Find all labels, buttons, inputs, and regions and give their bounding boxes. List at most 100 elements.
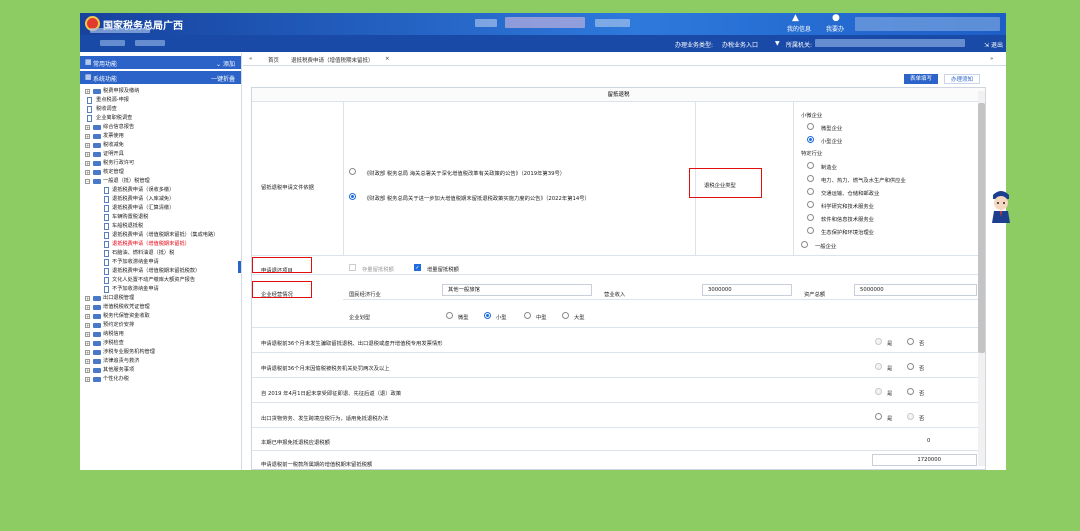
q1-yes-radio[interactable]: [875, 338, 882, 345]
basis-2019-radio[interactable]: [349, 168, 356, 175]
industry-field[interactable]: 其他一般旅馆: [442, 284, 592, 296]
exit-button[interactable]: ⇲ 退出: [984, 40, 1003, 49]
sidebar-item[interactable]: + 税费申报及缴纳: [80, 87, 241, 96]
tab-form[interactable]: 表单填写: [904, 74, 939, 84]
scale-radio-large[interactable]: [562, 312, 569, 319]
expand-icon[interactable]: +: [85, 161, 90, 166]
sidebar-item[interactable]: + 预约定价安排: [80, 321, 241, 330]
form-scrollbar-thumb[interactable]: [978, 103, 985, 353]
sidebar-item[interactable]: 退抵税费申请（误收多缴）: [80, 186, 241, 195]
sidebar-item[interactable]: − 一般退（抵）税管理: [80, 177, 241, 186]
expand-icon[interactable]: +: [85, 170, 90, 175]
tab-nav-left[interactable]: «: [249, 56, 252, 62]
q2-no-radio[interactable]: [907, 363, 914, 370]
scale-radio-micro[interactable]: [446, 312, 453, 319]
sidebar-item[interactable]: + 涉税专业服务机构管理: [80, 348, 241, 357]
industry-radio-3[interactable]: [807, 188, 814, 195]
add-button[interactable]: ⌄ 添加: [216, 59, 235, 68]
assistant-mascot-icon[interactable]: [990, 187, 1012, 223]
sidebar-item[interactable]: 退抵税费申请（入库减免）: [80, 195, 241, 204]
q4-no-radio[interactable]: [907, 413, 914, 420]
sidebar-item[interactable]: 退抵税费申请（增值税期末留抵）（集成电路）: [80, 231, 241, 240]
expand-icon[interactable]: +: [85, 323, 90, 328]
sidebar-item[interactable]: 石脑油、燃料油退（抵）税: [80, 249, 241, 258]
row6-field[interactable]: 1720000: [872, 454, 977, 466]
expand-icon[interactable]: +: [85, 368, 90, 373]
sidebar-item[interactable]: 车船税退抵税: [80, 222, 241, 231]
sidebar-item[interactable]: 税收调查: [80, 105, 241, 114]
basis-2022-radio[interactable]: [349, 193, 356, 200]
chevron-down-icon[interactable]: ▼: [775, 40, 780, 47]
industry-radio-2[interactable]: [807, 175, 814, 182]
general-radio[interactable]: [801, 241, 808, 248]
sidebar-item[interactable]: + 税务代保管资金收取: [80, 312, 241, 321]
user-icon[interactable]: ▲: [792, 13, 799, 23]
q4-yes-radio[interactable]: [875, 413, 882, 420]
sidebar-item[interactable]: + 增值税税收凭证管理: [80, 303, 241, 312]
sidebar-item[interactable]: 文化人处置不动产缴库大额资产报告: [80, 276, 241, 285]
expand-icon[interactable]: +: [85, 332, 90, 337]
sidebar-item[interactable]: + 个性化办税: [80, 375, 241, 384]
sidebar-item[interactable]: 退抵税费申请（增值税期末留抵）: [80, 240, 241, 249]
expand-icon[interactable]: +: [85, 89, 90, 94]
sidebar-item[interactable]: 退抵税费申请（汇算清缴）: [80, 204, 241, 213]
sidebar-splitter[interactable]: [238, 261, 241, 273]
sidebar-item[interactable]: 企业离职税调查: [80, 114, 241, 123]
tab-current[interactable]: 退抵税费申请（增值税期末留抵）: [291, 56, 374, 64]
tab-close-icon[interactable]: ×: [385, 56, 390, 62]
q1-no-radio[interactable]: [907, 338, 914, 345]
sidebar-item[interactable]: + 税务行政许可: [80, 159, 241, 168]
system-functions-header[interactable]: ▦ 系统功能 一键折叠: [80, 71, 241, 84]
q3-no-radio[interactable]: [907, 388, 914, 395]
expand-icon[interactable]: +: [85, 377, 90, 382]
expand-icon[interactable]: +: [85, 125, 90, 130]
collapse-all-button[interactable]: 一键折叠: [211, 74, 235, 83]
q3-yes-radio[interactable]: [875, 388, 882, 395]
sidebar-item[interactable]: + 证明开具: [80, 150, 241, 159]
sidebar-item[interactable]: + 税收减免: [80, 141, 241, 150]
expand-icon[interactable]: +: [85, 314, 90, 319]
my-info-link[interactable]: 我的信息: [787, 24, 811, 33]
sidebar-item[interactable]: 不予加收滞纳金申请: [80, 285, 241, 294]
industry-radio-1[interactable]: [807, 162, 814, 169]
tab-guide[interactable]: 办理须知: [944, 74, 981, 84]
expand-icon[interactable]: +: [85, 143, 90, 148]
stock-refund-checkbox[interactable]: [349, 264, 356, 271]
industry-radio-4[interactable]: [807, 201, 814, 208]
sidebar-item[interactable]: 重点税源-申报: [80, 96, 241, 105]
expand-icon[interactable]: +: [85, 134, 90, 139]
incr-refund-checkbox[interactable]: ✓: [414, 264, 421, 271]
expand-icon[interactable]: +: [85, 305, 90, 310]
scale-radio-small[interactable]: [484, 312, 491, 319]
sidebar-item[interactable]: + 出口退税管理: [80, 294, 241, 303]
sidebar-item[interactable]: 车辆购置税退税: [80, 213, 241, 222]
tiny-radio[interactable]: [807, 123, 814, 130]
sidebar-item[interactable]: + 涉税检查: [80, 339, 241, 348]
business-type-select[interactable]: 办税业务入口: [722, 40, 758, 49]
expand-icon[interactable]: +: [85, 341, 90, 346]
assets-field[interactable]: 5000000: [854, 284, 977, 296]
sidebar-item[interactable]: 退抵税费申请（增值税期末留抵税款）: [80, 267, 241, 276]
expand-icon[interactable]: +: [85, 350, 90, 355]
expand-icon[interactable]: −: [85, 179, 90, 184]
expand-icon[interactable]: +: [85, 152, 90, 157]
tab-nav-right[interactable]: »: [990, 56, 993, 62]
sidebar-item[interactable]: + 发票使用: [80, 132, 241, 141]
tab-home[interactable]: 首页: [268, 56, 279, 64]
industry-radio-5[interactable]: [807, 214, 814, 221]
sidebar-item[interactable]: + 纳税信用: [80, 330, 241, 339]
common-functions-header[interactable]: ▦ 常用功能 ⌄ 添加: [80, 56, 241, 69]
sidebar-item[interactable]: + 综合信息报告: [80, 123, 241, 132]
my-tasks-link[interactable]: 我要办: [826, 24, 844, 33]
small-radio[interactable]: [807, 136, 814, 143]
sidebar-item[interactable]: + 法律追责与救济: [80, 357, 241, 366]
handle-icon[interactable]: ●: [832, 13, 840, 23]
sidebar-item[interactable]: + 其他服务事项: [80, 366, 241, 375]
industry-radio-6[interactable]: [807, 227, 814, 234]
expand-icon[interactable]: +: [85, 296, 90, 301]
expand-icon[interactable]: +: [85, 359, 90, 364]
q2-yes-radio[interactable]: [875, 363, 882, 370]
revenue-field[interactable]: 3000000: [702, 284, 792, 296]
scale-radio-medium[interactable]: [524, 312, 531, 319]
sidebar-item[interactable]: + 核定管理: [80, 168, 241, 177]
